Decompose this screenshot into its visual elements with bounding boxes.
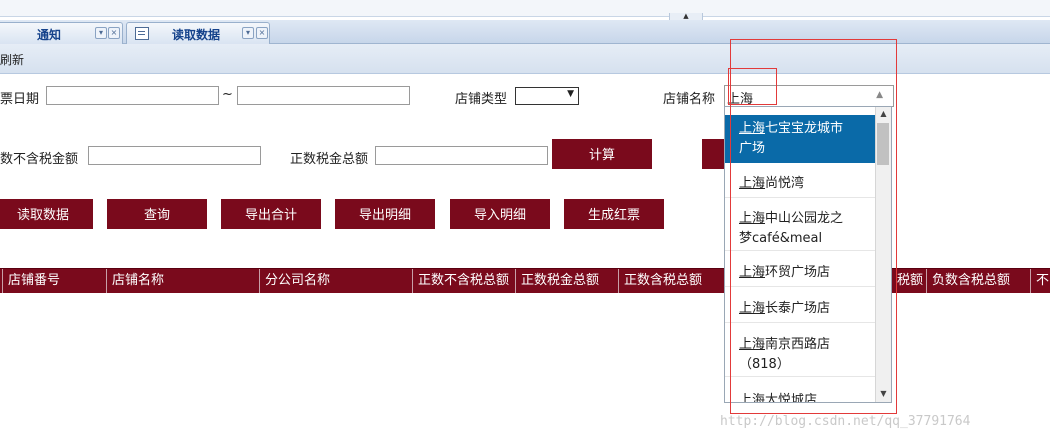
dropdown-option-line: 上海大悦城店	[739, 391, 868, 403]
column-header[interactable]: 正数税金总额	[515, 269, 618, 293]
dropdown-option-text: 长泰广场店	[765, 301, 831, 316]
dropdown-option[interactable]: 上海大悦城店	[725, 387, 876, 403]
generate-red-invoice-button[interactable]: 生成红票	[564, 199, 664, 229]
scroll-down-arrow-icon[interactable]: ▼	[876, 387, 891, 401]
dropdown-option-line: 上海南京西路店	[739, 335, 868, 355]
calculate-button[interactable]: 计算	[552, 139, 652, 169]
dropdown-arrow-icon: ▼	[567, 89, 574, 99]
query-button[interactable]: 查询	[107, 199, 207, 229]
dropdown-option-text-line2: （818）	[739, 357, 790, 372]
dropdown-option-text-line2: 梦café&meal	[739, 231, 823, 246]
dropdown-option[interactable]: 上海尚悦湾	[725, 170, 876, 198]
date-end-input[interactable]	[237, 86, 410, 105]
column-header[interactable]: 正数不含税总额	[412, 269, 515, 293]
grid-header: 店铺番号 店铺名称 分公司名称 正数不含税总额 正数税金总额 正数含税总额 税额…	[0, 268, 1050, 293]
read-data-button[interactable]: 读取数据	[0, 199, 93, 229]
dropdown-option-line: 上海环贸广场店	[739, 263, 868, 283]
close-icon[interactable]: ×	[108, 27, 120, 39]
invoice-date-label: 票日期	[0, 92, 40, 107]
close-icon[interactable]: ×	[256, 27, 268, 39]
store-name-value: 上海	[727, 92, 754, 107]
dropdown-option-prefix: 上海	[739, 337, 766, 352]
dropdown-option[interactable]: 上海环贸广场店	[725, 259, 876, 287]
dropdown-option-prefix: 上海	[739, 265, 766, 280]
grid-icon	[135, 27, 149, 40]
store-type-label: 店铺类型	[455, 92, 508, 107]
dropdown-option[interactable]: 上海七宝宝龙城市广场	[725, 115, 876, 163]
dropdown-option-text-line2: 广场	[739, 141, 766, 156]
dropdown-option-text: 大悦城店	[765, 393, 818, 403]
dropdown-option-prefix: 上海	[739, 393, 766, 403]
column-header[interactable]: 分公司名称	[259, 269, 412, 293]
store-type-select[interactable]: ▼	[515, 87, 579, 105]
column-header[interactable]: 负数含税总额	[926, 269, 1030, 293]
store-name-label: 店铺名称	[663, 92, 716, 107]
scrollbar-thumb[interactable]	[877, 123, 889, 165]
tax-total-label: 正数税金总额	[290, 152, 369, 167]
dropdown-option-text: 南京西路店	[765, 337, 831, 352]
dropdown-option-line: 上海中山公园龙之	[739, 209, 868, 229]
hidden-button-partial[interactable]	[702, 139, 726, 169]
column-header[interactable]: 店铺番号	[2, 269, 106, 293]
store-name-dropdown-list[interactable]: 上海七宝宝龙城市 广场 上海尚悦湾 上海中山公园龙之 梦café&meal 上海环贸广场店…	[724, 106, 892, 403]
dropdown-option-text: 环贸广场店	[765, 265, 831, 280]
dropdown-option-prefix: 上海	[739, 121, 766, 136]
tab-menu-icon[interactable]: ▾	[95, 27, 107, 39]
toolbar: 刷新	[0, 44, 1050, 74]
top-strip	[0, 0, 1050, 17]
tab-read-data-label: 读取数据	[172, 28, 221, 42]
export-detail-button[interactable]: 导出明细	[335, 199, 435, 229]
dropdown-option-line: 上海尚悦湾	[739, 174, 868, 194]
watermark: http://blog.csdn.net/qq_37791764	[720, 414, 971, 429]
refresh-button[interactable]: 刷新	[0, 51, 24, 68]
net-amount-input[interactable]	[88, 146, 261, 165]
tab-menu-icon[interactable]: ▾	[242, 27, 254, 39]
chevron-up-icon[interactable]: ▲	[876, 90, 883, 100]
dropdown-option[interactable]: 上海长泰广场店	[725, 295, 876, 323]
dropdown-option-text: 七宝宝龙城市	[765, 121, 844, 136]
scroll-up-arrow-icon[interactable]: ▲	[876, 107, 891, 121]
dropdown-option[interactable]: 上海南京西路店 （818）	[725, 331, 876, 377]
export-total-button[interactable]: 导出合计	[221, 199, 321, 229]
dropdown-option-line: 上海长泰广场店	[739, 299, 868, 319]
dropdown-option-prefix: 上海	[739, 301, 766, 316]
date-start-input[interactable]	[46, 86, 219, 105]
dropdown-option[interactable]: 上海中山公园龙之梦café&meal	[725, 205, 876, 251]
column-header[interactable]: 不	[1030, 269, 1050, 293]
dropdown-option-prefix: 上海	[739, 176, 766, 191]
column-header[interactable]: 正数含税总额	[618, 269, 724, 293]
dropdown-option-line: 上海七宝宝龙城市	[739, 119, 868, 139]
tab-read-data[interactable]: 读取数据 ▾ ×	[126, 22, 270, 44]
tax-total-input[interactable]	[375, 146, 548, 165]
tab-bar: 通知 ▾ × 读取数据 ▾ ×	[0, 20, 1050, 44]
column-header[interactable]: 店铺名称	[106, 269, 259, 293]
store-name-combobox[interactable]: 上海 ▲	[724, 85, 894, 107]
dropdown-option-prefix: 上海	[739, 211, 766, 226]
tab-notice[interactable]: 通知 ▾ ×	[0, 22, 123, 44]
date-separator: ~	[222, 87, 233, 102]
tab-notice-label: 通知	[37, 28, 62, 42]
dropdown-option-text: 尚悦湾	[765, 176, 805, 191]
scrollbar[interactable]: ▲ ▼	[875, 107, 891, 402]
dropdown-option-text: 中山公园龙之	[765, 211, 844, 226]
net-amount-label: 数不含税金额	[0, 152, 79, 167]
import-detail-button[interactable]: 导入明细	[450, 199, 550, 229]
